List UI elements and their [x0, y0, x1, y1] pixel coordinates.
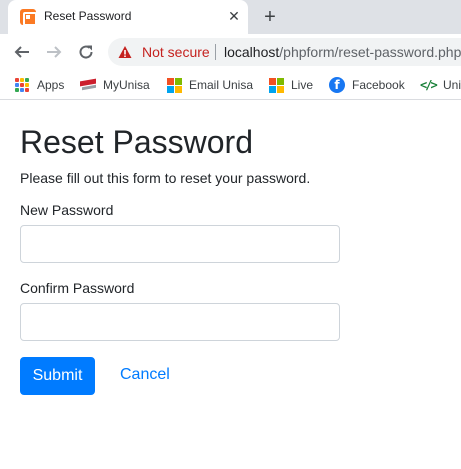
bookmark-apps[interactable]: Apps	[14, 77, 64, 93]
omnibox-divider	[215, 44, 216, 60]
code-icon: </>	[420, 78, 438, 92]
arrow-left-icon	[14, 46, 29, 58]
back-button[interactable]	[10, 40, 34, 64]
bookmark-email-unisa[interactable]: Email Unisa	[166, 77, 253, 93]
bookmark-label: Live	[291, 78, 314, 92]
bookmark-label: Facebook	[352, 78, 405, 92]
bookmark-facebook[interactable]: f Facebook	[329, 77, 405, 93]
address-bar[interactable]: Not secure localhost/phpform/reset-passw…	[108, 38, 461, 66]
active-tab[interactable]: Reset Password ✕	[8, 0, 248, 34]
bookmark-live[interactable]: Live	[268, 77, 313, 93]
bookmark-uni[interactable]: </> Uni	[420, 77, 461, 93]
cancel-link[interactable]: Cancel	[120, 366, 170, 384]
reload-icon	[79, 45, 93, 59]
url-text[interactable]: localhost/phpform/reset-password.php	[224, 44, 461, 60]
tab-strip: Reset Password ✕ +	[0, 0, 461, 34]
xampp-favicon-icon	[20, 9, 37, 26]
apps-grid-icon	[14, 77, 30, 93]
new-password-label: New Password	[20, 202, 114, 218]
bookmark-label: Apps	[37, 78, 65, 92]
url-host: localhost	[224, 44, 280, 60]
page-title: Reset Password	[20, 124, 253, 160]
security-status[interactable]: Not secure	[142, 44, 210, 60]
microsoft-icon	[166, 77, 182, 93]
bookmark-myunisa[interactable]: MyUnisa	[80, 77, 150, 93]
confirm-password-input[interactable]	[20, 303, 340, 341]
new-tab-icon[interactable]: +	[259, 6, 281, 28]
reload-button[interactable]	[74, 40, 98, 64]
new-password-input[interactable]	[20, 225, 340, 263]
submit-button[interactable]: Submit	[20, 357, 95, 395]
browser-toolbar: Not secure localhost/phpform/reset-passw…	[0, 34, 461, 70]
arrow-right-icon	[47, 46, 62, 58]
microsoft-icon	[268, 77, 284, 93]
confirm-password-label: Confirm Password	[20, 280, 135, 296]
url-path: /phpform/reset-password.php	[279, 44, 461, 60]
bookmarks-bar: Apps MyUnisa Email Unisa Live f Facebook…	[0, 70, 461, 100]
form-instructions: Please fill out this form to reset your …	[20, 170, 311, 186]
bookmark-label: Uni	[443, 78, 461, 92]
warning-triangle-icon	[118, 46, 132, 58]
bookmark-label: MyUnisa	[103, 78, 150, 92]
unisa-icon	[80, 77, 96, 93]
bookmark-label: Email Unisa	[189, 78, 254, 92]
facebook-icon: f	[329, 77, 345, 93]
tab-title: Reset Password	[44, 9, 132, 23]
close-tab-icon[interactable]: ✕	[226, 8, 242, 24]
forward-button[interactable]	[42, 40, 66, 64]
